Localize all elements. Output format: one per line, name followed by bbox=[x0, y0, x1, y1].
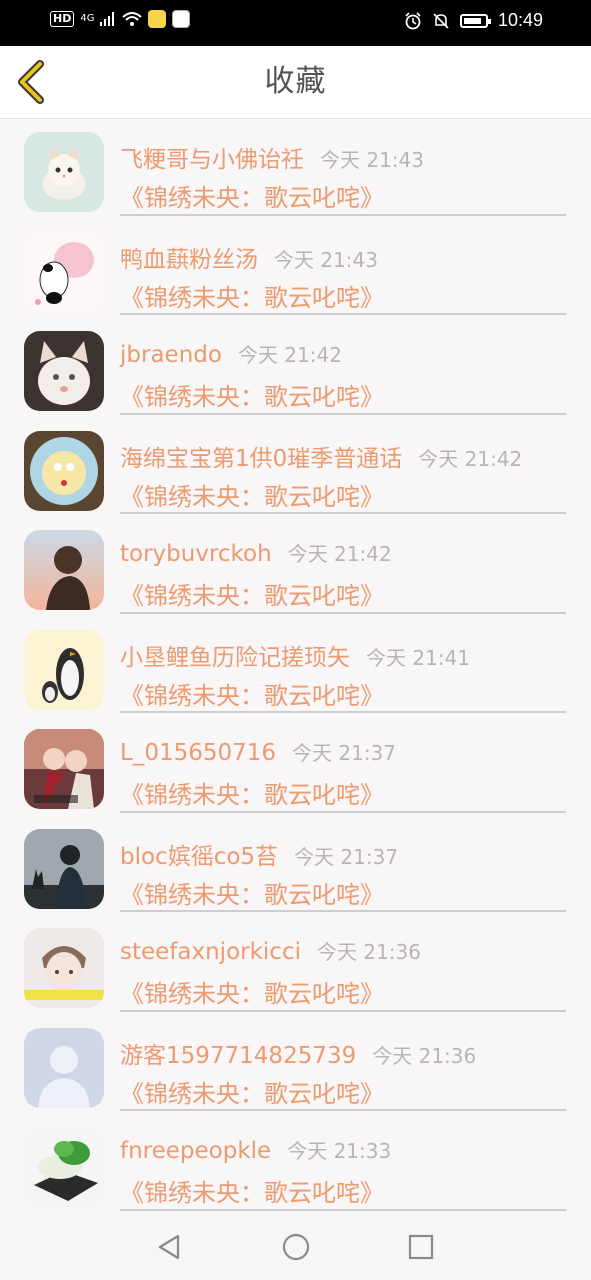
mute-bell-icon bbox=[433, 12, 449, 29]
favorite-item[interactable]: steefaxnjorkicci 今天 21:36 《锦绣未央：歌云叱咤》 bbox=[0, 914, 591, 1014]
user-name[interactable]: 鸭血蕻粉丝汤 bbox=[120, 240, 258, 274]
timestamp: 今天 21:37 bbox=[292, 741, 397, 765]
avatar-man-silhouette[interactable] bbox=[24, 828, 104, 909]
user-name[interactable]: 游客1597714825739 bbox=[120, 1036, 356, 1070]
divider bbox=[120, 611, 566, 614]
book-title[interactable]: 《锦绣未央：歌云叱咤》 bbox=[120, 974, 384, 1009]
app-notification-icon bbox=[148, 10, 167, 28]
favorite-item[interactable]: L_015650716 今天 21:37 《锦绣未央：歌云叱咤》 bbox=[0, 715, 591, 815]
avatar-plate[interactable] bbox=[24, 430, 104, 511]
user-name[interactable]: 小垦鲤鱼历险记搓顼矢 bbox=[120, 638, 350, 672]
user-name[interactable]: steefaxnjorkicci bbox=[120, 939, 301, 965]
divider bbox=[120, 1009, 566, 1012]
user-name[interactable]: fnreepeopkle bbox=[120, 1138, 271, 1164]
divider bbox=[120, 711, 566, 713]
favorite-item[interactable]: jbraendo 今天 21:42 《锦绣未央：歌云叱咤》 bbox=[0, 317, 591, 417]
timestamp: 今天 21:37 bbox=[294, 844, 399, 869]
divider bbox=[120, 910, 566, 912]
user-name[interactable]: L_015650716 bbox=[120, 740, 276, 766]
avatar-boy-portrait[interactable] bbox=[24, 928, 104, 1008]
favorite-item[interactable]: 游客1597714825739 今天 21:36 《锦绣未央：歌云叱咤》 bbox=[0, 1014, 591, 1114]
timestamp: 今天 21:43 bbox=[274, 247, 378, 272]
timestamp: 今天 21:42 bbox=[287, 542, 392, 566]
nav-home-button[interactable] bbox=[280, 1231, 312, 1263]
divider bbox=[120, 1208, 566, 1211]
book-title[interactable]: 《锦绣未央：歌云叱咤》 bbox=[120, 477, 384, 512]
timestamp: 今天 21:41 bbox=[366, 645, 470, 670]
divider bbox=[120, 1109, 566, 1111]
wifi-icon bbox=[122, 12, 143, 26]
book-title[interactable]: 《锦绣未央：歌云叱咤》 bbox=[120, 676, 384, 711]
square-recents-icon bbox=[408, 1234, 434, 1260]
user-name[interactable]: 飞粳哥与小佛诒祍 bbox=[120, 140, 304, 174]
hd-icon: HD bbox=[50, 11, 75, 27]
book-title[interactable]: 《锦绣未央：歌云叱咤》 bbox=[120, 278, 384, 313]
avatar-jade-cabbage[interactable] bbox=[24, 1127, 104, 1207]
book-title[interactable]: 《锦绣未央：歌云叱咤》 bbox=[120, 178, 384, 213]
favorite-item[interactable]: bloc嫔徭co5苔 今天 21:37 《锦绣未央：歌云叱咤》 bbox=[0, 815, 591, 915]
nav-back-button[interactable] bbox=[154, 1231, 186, 1263]
favorite-item[interactable]: 鸭血蕻粉丝汤 今天 21:43 《锦绣未央：歌云叱咤》 bbox=[0, 218, 591, 318]
book-title[interactable]: 《锦绣未央：歌云叱咤》 bbox=[120, 1173, 384, 1208]
timestamp: 今天 21:33 bbox=[287, 1139, 392, 1163]
book-title[interactable]: 《锦绣未央：歌云叱咤》 bbox=[120, 1074, 384, 1109]
favorite-item[interactable]: fnreepeopkle 今天 21:33 《锦绣未央：歌云叱咤》 bbox=[0, 1113, 591, 1213]
divider bbox=[120, 512, 566, 514]
avatar-panda[interactable] bbox=[24, 231, 104, 312]
status-bar: HD 4G 10:49 bbox=[0, 0, 591, 46]
favorites-list: 飞粳哥与小佛诒祍 今天 21:43 《锦绣未央：歌云叱咤》 鸭血蕻粉丝汤 今天 21… bbox=[0, 118, 591, 1213]
alarm-icon bbox=[405, 11, 421, 29]
timestamp: 今天 21:36 bbox=[372, 1043, 477, 1068]
avatar-kitten[interactable] bbox=[24, 132, 104, 212]
timestamp: 今天 21:42 bbox=[418, 446, 523, 471]
favorite-item[interactable]: 海绵宝宝第1供0璀季普通话 今天 21:42 《锦绣未央：歌云叱咤》 bbox=[0, 417, 591, 517]
network-type: 4G bbox=[80, 13, 95, 24]
avatar-anime-couple[interactable] bbox=[24, 729, 104, 809]
header-bar: 收藏 bbox=[0, 46, 591, 119]
avatar-boy-sunset[interactable] bbox=[24, 530, 104, 610]
book-title[interactable]: 《锦绣未央：歌云叱咤》 bbox=[120, 576, 384, 611]
avatar-default-user[interactable] bbox=[24, 1027, 104, 1108]
user-name[interactable]: jbraendo bbox=[120, 342, 222, 368]
battery-icon bbox=[459, 13, 491, 28]
page-title: 收藏 bbox=[264, 64, 327, 99]
divider bbox=[120, 412, 566, 415]
nav-recents-button[interactable] bbox=[405, 1231, 437, 1263]
user-name[interactable]: torybuvrckoh bbox=[120, 541, 272, 567]
favorite-item[interactable]: 飞粳哥与小佛诒祍 今天 21:43 《锦绣未央：歌云叱咤》 bbox=[0, 118, 591, 218]
avatar-white-kitten[interactable] bbox=[24, 331, 104, 411]
clock: 10:49 bbox=[497, 10, 543, 30]
system-nav-bar bbox=[0, 1214, 591, 1280]
circle-home-icon bbox=[282, 1233, 310, 1261]
triangle-back-icon bbox=[158, 1234, 180, 1260]
timestamp: 今天 21:42 bbox=[237, 343, 342, 367]
divider bbox=[120, 313, 566, 315]
book-title[interactable]: 《锦绣未央：歌云叱咤》 bbox=[120, 377, 384, 412]
book-title[interactable]: 《锦绣未央：歌云叱咤》 bbox=[120, 775, 384, 810]
timestamp: 今天 21:36 bbox=[317, 940, 421, 964]
divider bbox=[120, 213, 566, 216]
book-title[interactable]: 《锦绣未央：歌云叱咤》 bbox=[120, 875, 384, 910]
divider bbox=[120, 810, 566, 813]
avatar-penguins[interactable] bbox=[24, 629, 104, 710]
favorite-item[interactable]: torybuvrckoh 今天 21:42 《锦绣未央：歌云叱咤》 bbox=[0, 516, 591, 616]
timestamp: 今天 21:43 bbox=[320, 148, 424, 172]
video-app-notification-icon bbox=[172, 10, 191, 28]
favorite-item[interactable]: 小垦鲤鱼历险记搓顼矢 今天 21:41 《锦绣未央：歌云叱咤》 bbox=[0, 616, 591, 716]
signal-icon bbox=[100, 12, 115, 26]
user-name[interactable]: bloc嫔徭co5苔 bbox=[120, 837, 278, 871]
user-name[interactable]: 海绵宝宝第1供0璀季普通话 bbox=[120, 439, 402, 473]
